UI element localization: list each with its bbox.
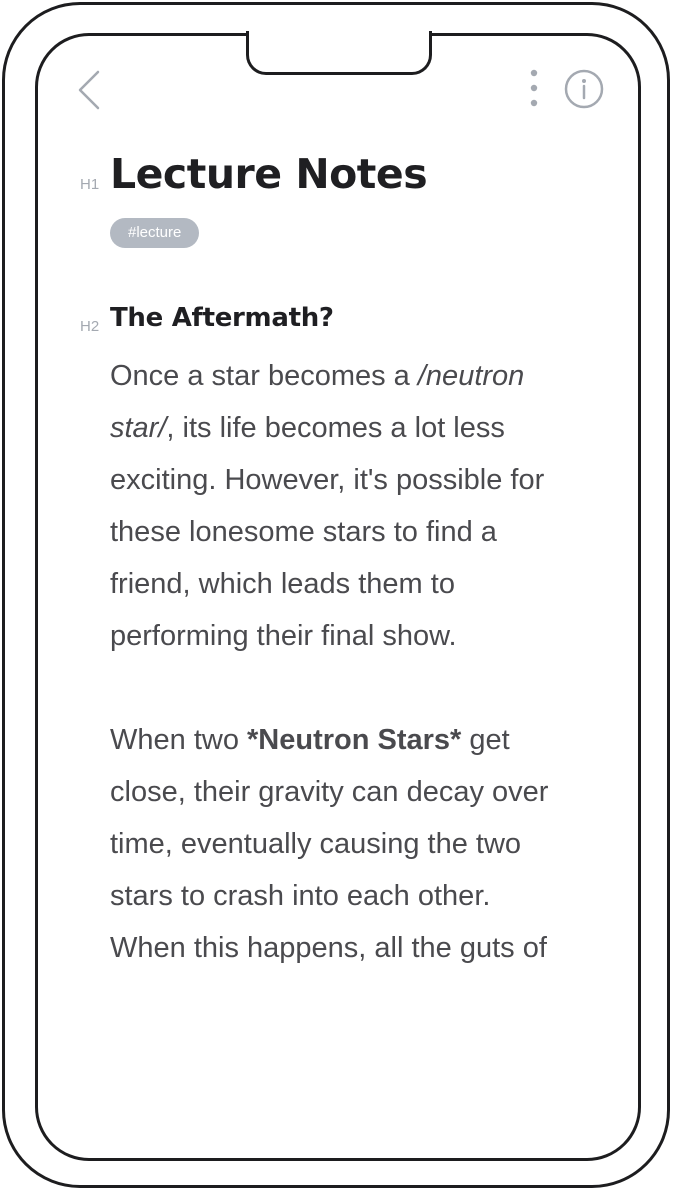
- text-line: performing their final show.: [110, 620, 457, 652]
- text-line: Once a star becomes a /neutron: [110, 350, 590, 402]
- text-run: When two: [110, 724, 247, 756]
- more-vertical-icon: [530, 69, 538, 107]
- chevron-left-icon: [78, 70, 100, 110]
- paragraph-1[interactable]: Once a star becomes a /neutron star/, it…: [110, 350, 590, 662]
- text-run: , its life becomes a lot less: [166, 412, 505, 444]
- text-line: When two *Neutron Stars* get: [110, 714, 590, 766]
- paragraph-2[interactable]: When two *Neutron Stars* get close, thei…: [110, 714, 590, 974]
- back-button[interactable]: [72, 66, 106, 114]
- text-line: these lonesome stars to find a: [110, 516, 497, 548]
- info-button[interactable]: [562, 67, 606, 111]
- tag-chip[interactable]: #lecture: [110, 218, 200, 248]
- text-line: exciting. However, it's possible for: [110, 464, 545, 496]
- text-line: close, their gravity can decay over: [110, 776, 549, 808]
- text-line: friend, which leads them to: [110, 568, 455, 600]
- text-run: get: [461, 724, 510, 756]
- device-notch: [246, 31, 432, 75]
- italic-text: star/: [110, 412, 167, 444]
- h1-marker: H1: [80, 176, 100, 193]
- bold-text: *Neutron Stars*: [247, 724, 462, 756]
- text-line: stars to crash into each other.: [110, 880, 491, 912]
- text-line: When this happens, all the guts of: [110, 932, 547, 964]
- italic-text: /neutron: [417, 360, 525, 392]
- info-icon: [564, 69, 604, 109]
- note-title[interactable]: Lecture Notes: [110, 150, 428, 198]
- h2-marker: H2: [80, 318, 100, 335]
- section-heading[interactable]: The Aftermath?: [110, 303, 334, 333]
- text-run: Once a star becomes a: [110, 360, 418, 392]
- text-line: time, eventually causing the two: [110, 828, 522, 860]
- more-options-button[interactable]: [520, 66, 548, 114]
- text-line: star/, its life becomes a lot less: [110, 402, 590, 454]
